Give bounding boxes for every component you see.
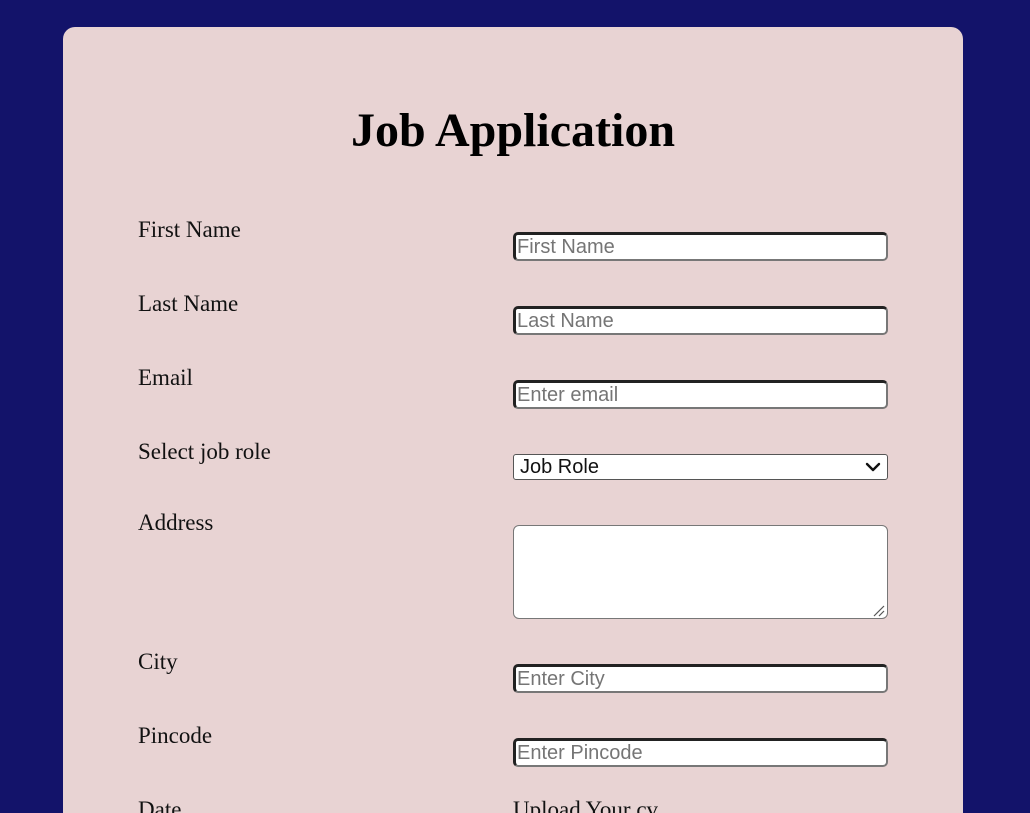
chevron-down-icon: [865, 462, 881, 472]
date-label: Date: [138, 797, 182, 813]
application-card: Job Application First Name Last Name Ema…: [63, 27, 963, 813]
cv-upload-label: Upload Your cv: [513, 797, 659, 813]
resize-grip-icon[interactable]: [871, 603, 885, 617]
last-name-input[interactable]: [513, 306, 888, 335]
job-role-select[interactable]: Job Role: [513, 454, 888, 480]
first-name-label: First Name: [138, 217, 241, 242]
email-label: Email: [138, 365, 193, 390]
city-label: City: [138, 649, 178, 674]
first-name-input[interactable]: [513, 232, 888, 261]
last-name-label: Last Name: [138, 291, 239, 316]
job-role-selected-value: Job Role: [520, 456, 599, 478]
job-role-label: Select job role: [138, 439, 271, 464]
address-textarea[interactable]: [513, 525, 888, 619]
city-input[interactable]: [513, 664, 888, 693]
pincode-label: Pincode: [138, 723, 213, 748]
pincode-input[interactable]: [513, 738, 888, 767]
address-label: Address: [138, 510, 214, 535]
email-input[interactable]: [513, 380, 888, 409]
page-title: Job Application: [350, 104, 676, 157]
